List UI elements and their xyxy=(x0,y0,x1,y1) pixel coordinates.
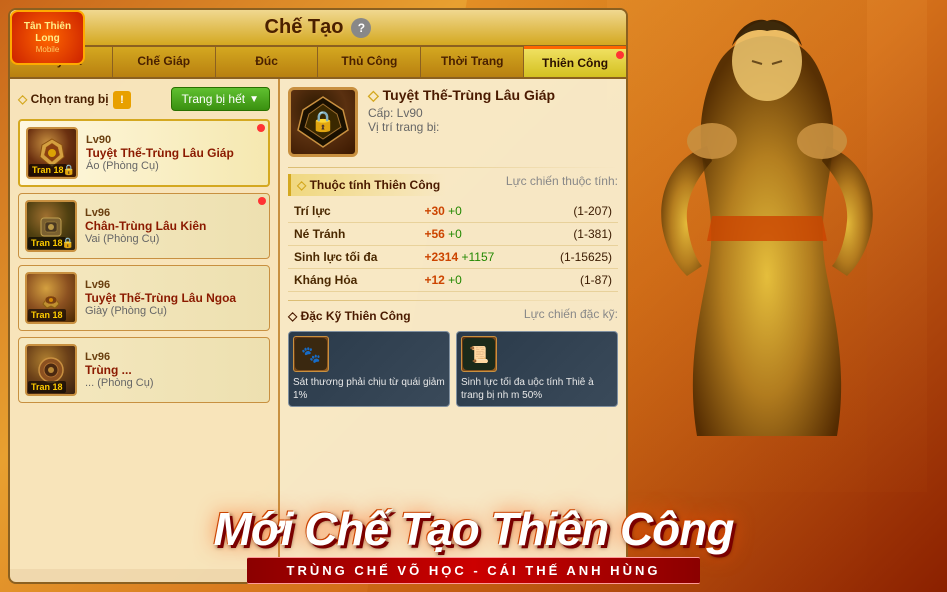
attr-subheader: Lực chiến thuộc tính: xyxy=(506,174,618,188)
tab-dot xyxy=(616,51,624,59)
attr-row-3: Sinh lực tối đa +2314 +1157 (1-15625) xyxy=(288,246,618,269)
equip-name-2: Chân-Trùng Lâu Kiên xyxy=(85,219,263,233)
attr-range-1: (1-207) xyxy=(530,200,618,223)
tab-thien-cong[interactable]: Thiên Công xyxy=(524,47,626,77)
attr-row-2: Né Tránh +56 +0 (1-381) xyxy=(288,223,618,246)
logo-title: Tân Thiên Long xyxy=(12,21,83,45)
equip-name-4: Trùng ... xyxy=(85,363,263,377)
equip-name-1: Tuyệt Thế-Trùng Lâu Giáp xyxy=(86,146,262,160)
left-panel: Chọn trang bị ! Trang bị hết T xyxy=(10,79,280,569)
equip-info-4: Lv96 Trùng ... ... (Phòng Cụ) xyxy=(85,351,263,389)
skill-text-2: Sinh lực tối đa uộc tính Thiê à trang bị… xyxy=(461,376,613,402)
divider-1 xyxy=(288,167,618,168)
choose-label: Chọn trang bị xyxy=(18,92,109,106)
equip-name-3: Tuyệt Thế-Trùng Lâu Ngoa xyxy=(85,291,263,305)
equip-type-3: Giày (Phòng Cụ) xyxy=(85,305,263,317)
right-panel: 🔒 Tuyệt Thế-Trùng Lâu Giáp Cấp: Lv90 Vị … xyxy=(280,79,626,569)
attr-range-2: (1-381) xyxy=(530,223,618,246)
skill-icon-1: 🐾 xyxy=(293,336,329,372)
left-header: Chọn trang bị ! Trang bị hết xyxy=(18,87,270,111)
attr-val-3: +2314 xyxy=(424,250,458,264)
item-position: Vị trí trang bị: xyxy=(368,120,618,134)
character-svg xyxy=(627,16,907,476)
attr-bonus-3: +1157 xyxy=(461,250,494,264)
tab-duc[interactable]: Đúc xyxy=(216,47,319,77)
skills-section: 🐾 Sát thương phải chịu từ quái giảm 1% 📜… xyxy=(288,331,618,407)
equip-type-1: Áo (Phòng Cụ) xyxy=(86,160,262,172)
panel-title: Chế Tạo xyxy=(265,16,344,39)
header: Chế Tạo ? xyxy=(10,10,626,47)
equip-type-4: ... (Phòng Cụ) xyxy=(85,377,263,389)
equip-item-1[interactable]: Tran 18 🔒 Lv90 Tuyệt Thế-Trùng Lâu Giáp … xyxy=(18,119,270,187)
equip-level-4: Lv96 xyxy=(85,351,263,363)
divider-2 xyxy=(288,300,618,301)
equip-info-3: Lv96 Tuyệt Thế-Trùng Lâu Ngoa Giày (Phòn… xyxy=(85,279,263,317)
tab-che-giap[interactable]: Chế Giáp xyxy=(113,47,216,77)
attr-val-1: +30 xyxy=(424,204,444,218)
item-main-icon: 🔒 xyxy=(288,87,358,157)
equip-icon-3: Tran 18 xyxy=(25,272,77,324)
item-tier-1: Tran 18 xyxy=(29,164,67,176)
help-icon[interactable]: ? xyxy=(351,18,371,38)
equip-level-1: Lv90 xyxy=(86,134,262,146)
tabs-bar: May Vá Chế Giáp Đúc Thủ Công Thời Trang … xyxy=(10,47,626,79)
warn-icon[interactable]: ! xyxy=(113,91,131,109)
attr-val-4: +12 xyxy=(424,273,444,287)
filter-button[interactable]: Trang bị hết xyxy=(171,87,271,111)
equip-level-3: Lv96 xyxy=(85,279,263,291)
skill-text-1: Sát thương phải chịu từ quái giảm 1% xyxy=(293,376,445,402)
svg-text:📜: 📜 xyxy=(469,346,489,364)
equip-item-4[interactable]: Tran 18 Lv96 Trùng ... ... (Phòng Cụ) xyxy=(18,337,270,403)
item-dot-2 xyxy=(258,197,266,205)
equip-type-2: Vai (Phòng Cụ) xyxy=(85,233,263,245)
attr-bonus-1: +0 xyxy=(448,204,462,218)
svg-text:🐾: 🐾 xyxy=(301,347,321,364)
item-dot-1 xyxy=(257,124,265,132)
game-logo: Tân Thiên Long Mobile xyxy=(10,10,85,65)
tab-thoi-trang[interactable]: Thời Trang xyxy=(421,47,524,77)
item-title: Tuyệt Thế-Trùng Lâu Giáp xyxy=(368,87,618,104)
skill-card-1: 🐾 Sát thương phải chịu từ quái giảm 1% xyxy=(288,331,450,407)
skill-card-2: 📜 Sinh lực tối đa uộc tính Thiê à trang … xyxy=(456,331,618,407)
lock-icon-1: 🔒 xyxy=(63,165,75,176)
main-panel: Chế Tạo ? May Vá Chế Giáp Đúc Thủ Công T… xyxy=(8,8,628,584)
attributes-table: Trí lực +30 +0 (1-207) Né Tránh +56 +0 (… xyxy=(288,200,618,292)
special-subheader: Lực chiến đặc kỹ: xyxy=(524,307,618,321)
attr-row-4: Kháng Hỏa +12 +0 (1-87) xyxy=(288,269,618,292)
skill-icon-2: 📜 xyxy=(461,336,497,372)
item-level: Cấp: Lv90 xyxy=(368,106,618,120)
special-section-header: ◇ Đặc Kỹ Thiên Công xyxy=(288,309,411,323)
equip-item-2[interactable]: Tran 18 🔒 Lv96 Chân-Trùng Lâu Kiên Vai (… xyxy=(18,193,270,259)
equip-level-2: Lv96 xyxy=(85,207,263,219)
attr-section-header: Thuộc tính Thiên Công xyxy=(288,174,446,196)
equip-item-3[interactable]: Tran 18 Lv96 Tuyệt Thế-Trùng Lâu Ngoa Gi… xyxy=(18,265,270,331)
equip-info-2: Lv96 Chân-Trùng Lâu Kiên Vai (Phòng Cụ) xyxy=(85,207,263,245)
equip-info-1: Lv90 Tuyệt Thế-Trùng Lâu Giáp Áo (Phòng … xyxy=(86,134,262,172)
attr-range-3: (1-15625) xyxy=(530,246,618,269)
lock-icon-2: 🔒 xyxy=(62,238,74,249)
tab-thu-cong[interactable]: Thủ Công xyxy=(318,47,421,77)
item-details: Tuyệt Thế-Trùng Lâu Giáp Cấp: Lv90 Vị tr… xyxy=(368,87,618,134)
item-tier-4: Tran 18 xyxy=(28,381,66,393)
item-header: 🔒 Tuyệt Thế-Trùng Lâu Giáp Cấp: Lv90 Vị … xyxy=(288,87,618,157)
equip-icon-4: Tran 18 xyxy=(25,344,77,396)
svg-text:🔒: 🔒 xyxy=(311,111,336,133)
attr-range-4: (1-87) xyxy=(530,269,618,292)
attr-bonus-2: +0 xyxy=(448,227,462,241)
equip-icon-1: Tran 18 🔒 xyxy=(26,127,78,179)
character-area xyxy=(607,0,927,492)
content-area: Chọn trang bị ! Trang bị hết T xyxy=(10,79,626,569)
attr-row-1: Trí lực +30 +0 (1-207) xyxy=(288,200,618,223)
item-tier-2: Tran 18 xyxy=(28,237,66,249)
attr-bonus-4: +0 xyxy=(448,273,462,287)
equip-icon-2: Tran 18 🔒 xyxy=(25,200,77,252)
item-tier-3: Tran 18 xyxy=(28,309,66,321)
logo-subtitle: Mobile xyxy=(36,45,60,54)
attr-val-2: +56 xyxy=(424,227,444,241)
